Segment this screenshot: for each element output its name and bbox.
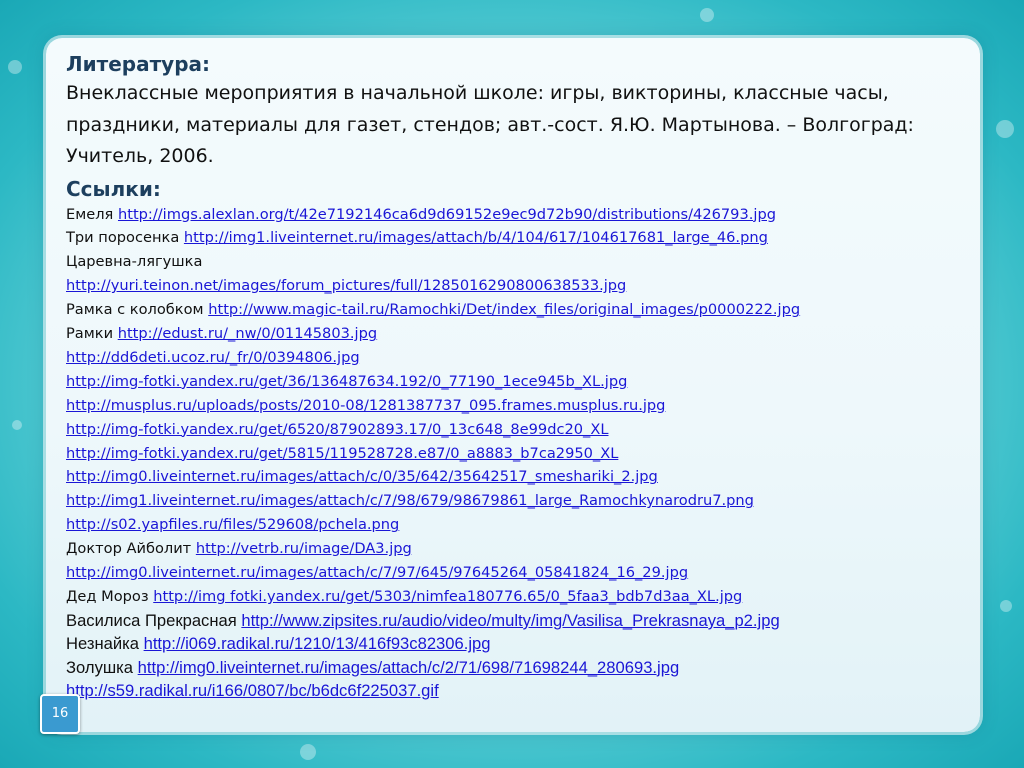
link-row-zolushka: Золушка http://img0.liveinternet.ru/imag… (66, 656, 966, 679)
link-url[interactable]: http://yuri.teinon.net/images/forum_pict… (66, 277, 626, 294)
link-label: Василиса Прекрасная (66, 610, 242, 630)
link-url[interactable]: http://img0.liveinternet.ru/images/attac… (66, 564, 688, 581)
link-row-aibolit: Доктор Айболит http://vetrb.ru/image/DA3… (66, 537, 966, 561)
link-row: http://img-fotki.yandex.ru/get/6520/8790… (66, 418, 966, 442)
link-row-tri-porosenka: Три поросенка http://img1.liveinternet.r… (66, 226, 966, 250)
link-url[interactable]: http://img fotki.yandex.ru/get/5303/nimf… (153, 588, 742, 605)
link-row: http://img-fotki.yandex.ru/get/5815/1195… (66, 442, 966, 466)
link-url[interactable]: http://img1.liveinternet.ru/images/attac… (66, 492, 754, 509)
links-heading: Ссылки: (66, 176, 161, 201)
link-url[interactable]: http://imgs.alexlan.org/t/42e7192146ca6d… (118, 206, 776, 223)
link-row-neznaika: Незнайка http://i069.radikal.ru/1210/13/… (66, 632, 966, 655)
link-url[interactable]: http://i069.radikal.ru/1210/13/416f93c82… (144, 634, 491, 653)
link-label: Рамка с колобком (66, 301, 209, 319)
link-label: Дед Мороз (66, 588, 154, 605)
link-url[interactable]: http://s02.yapfiles.ru/files/529608/pche… (66, 516, 399, 533)
link-url[interactable]: http://img-fotki.yandex.ru/get/6520/8790… (66, 421, 608, 438)
link-url[interactable]: http://www.magic-tail.ru/Ramochki/Det/in… (208, 301, 800, 318)
literature-heading: Литература: (66, 52, 211, 76)
link-label: Незнайка (66, 634, 144, 654)
link-label: Рамки (66, 325, 118, 343)
links-list: Емеля http://imgs.alexlan.org/t/42e71921… (66, 203, 966, 703)
link-url[interactable]: http://dd6deti.ucoz.ru/_fr/0/0394806.jpg (66, 349, 360, 366)
link-url[interactable]: http://img-fotki.yandex.ru/get/5815/1195… (66, 445, 618, 462)
link-url[interactable]: http://vetrb.ru/image/DA3.jpg (196, 540, 412, 557)
link-label: Емеля (66, 205, 118, 223)
link-url[interactable]: http://img0.liveinternet.ru/images/attac… (138, 658, 680, 677)
link-label: Доктор Айболит (66, 540, 196, 558)
link-row: http://img1.liveinternet.ru/images/attac… (66, 489, 966, 513)
link-url[interactable]: http://img-fotki.yandex.ru/get/36/136487… (66, 373, 627, 390)
link-row-tsarevna: Царевна-лягушка (66, 250, 966, 274)
book-reference: Внеклассные мероприятия в начальной школ… (66, 82, 914, 167)
link-row-ramki: Рамки http://edust.ru/_nw/0/01145803.jpg (66, 322, 966, 346)
decor-dot (1000, 600, 1012, 612)
decor-dot (700, 8, 714, 22)
link-row-ded-moroz: Дед Мороз http://img fotki.yandex.ru/get… (66, 585, 966, 609)
link-row: http://s59.radikal.ru/i166/0807/bc/b6dc6… (66, 679, 966, 702)
link-row: http://img0.liveinternet.ru/images/attac… (66, 561, 966, 585)
link-row: http://img-fotki.yandex.ru/get/36/136487… (66, 370, 966, 394)
link-row-ramka-kolobok: Рамка с колобком http://www.magic-tail.r… (66, 298, 966, 322)
link-url[interactable]: http://musplus.ru/uploads/posts/2010-08/… (66, 397, 665, 414)
link-row: http://s02.yapfiles.ru/files/529608/pche… (66, 513, 966, 537)
link-row-emelya: Емеля http://imgs.alexlan.org/t/42e71921… (66, 203, 966, 227)
link-row: http://dd6deti.ucoz.ru/_fr/0/0394806.jpg (66, 346, 966, 370)
slide-number-badge: 16 (40, 694, 80, 734)
decor-dot (996, 120, 1014, 138)
link-label: Золушка (66, 657, 138, 677)
decor-dot (300, 744, 316, 760)
slide-content: Литература: Внеклассные мероприятия в на… (66, 50, 966, 703)
decor-dot (12, 420, 22, 430)
link-url[interactable]: http://img0.liveinternet.ru/images/attac… (66, 468, 658, 485)
link-label: Три поросенка (66, 229, 184, 247)
decor-dot (8, 60, 22, 74)
link-row: http://yuri.teinon.net/images/forum_pict… (66, 274, 966, 298)
link-url[interactable]: http://www.zipsites.ru/audio/video/multy… (241, 611, 779, 630)
link-row: http://musplus.ru/uploads/posts/2010-08/… (66, 394, 966, 418)
link-row-vasilisa: Василиса Прекрасная http://www.zipsites.… (66, 609, 966, 632)
link-url[interactable]: http://s59.radikal.ru/i166/0807/bc/b6dc6… (66, 681, 439, 700)
link-url[interactable]: http://edust.ru/_nw/0/01145803.jpg (118, 325, 377, 342)
link-url[interactable]: http://img1.liveinternet.ru/images/attac… (184, 229, 768, 246)
link-row: http://img0.liveinternet.ru/images/attac… (66, 465, 966, 489)
link-label: Царевна-лягушка (66, 253, 203, 271)
